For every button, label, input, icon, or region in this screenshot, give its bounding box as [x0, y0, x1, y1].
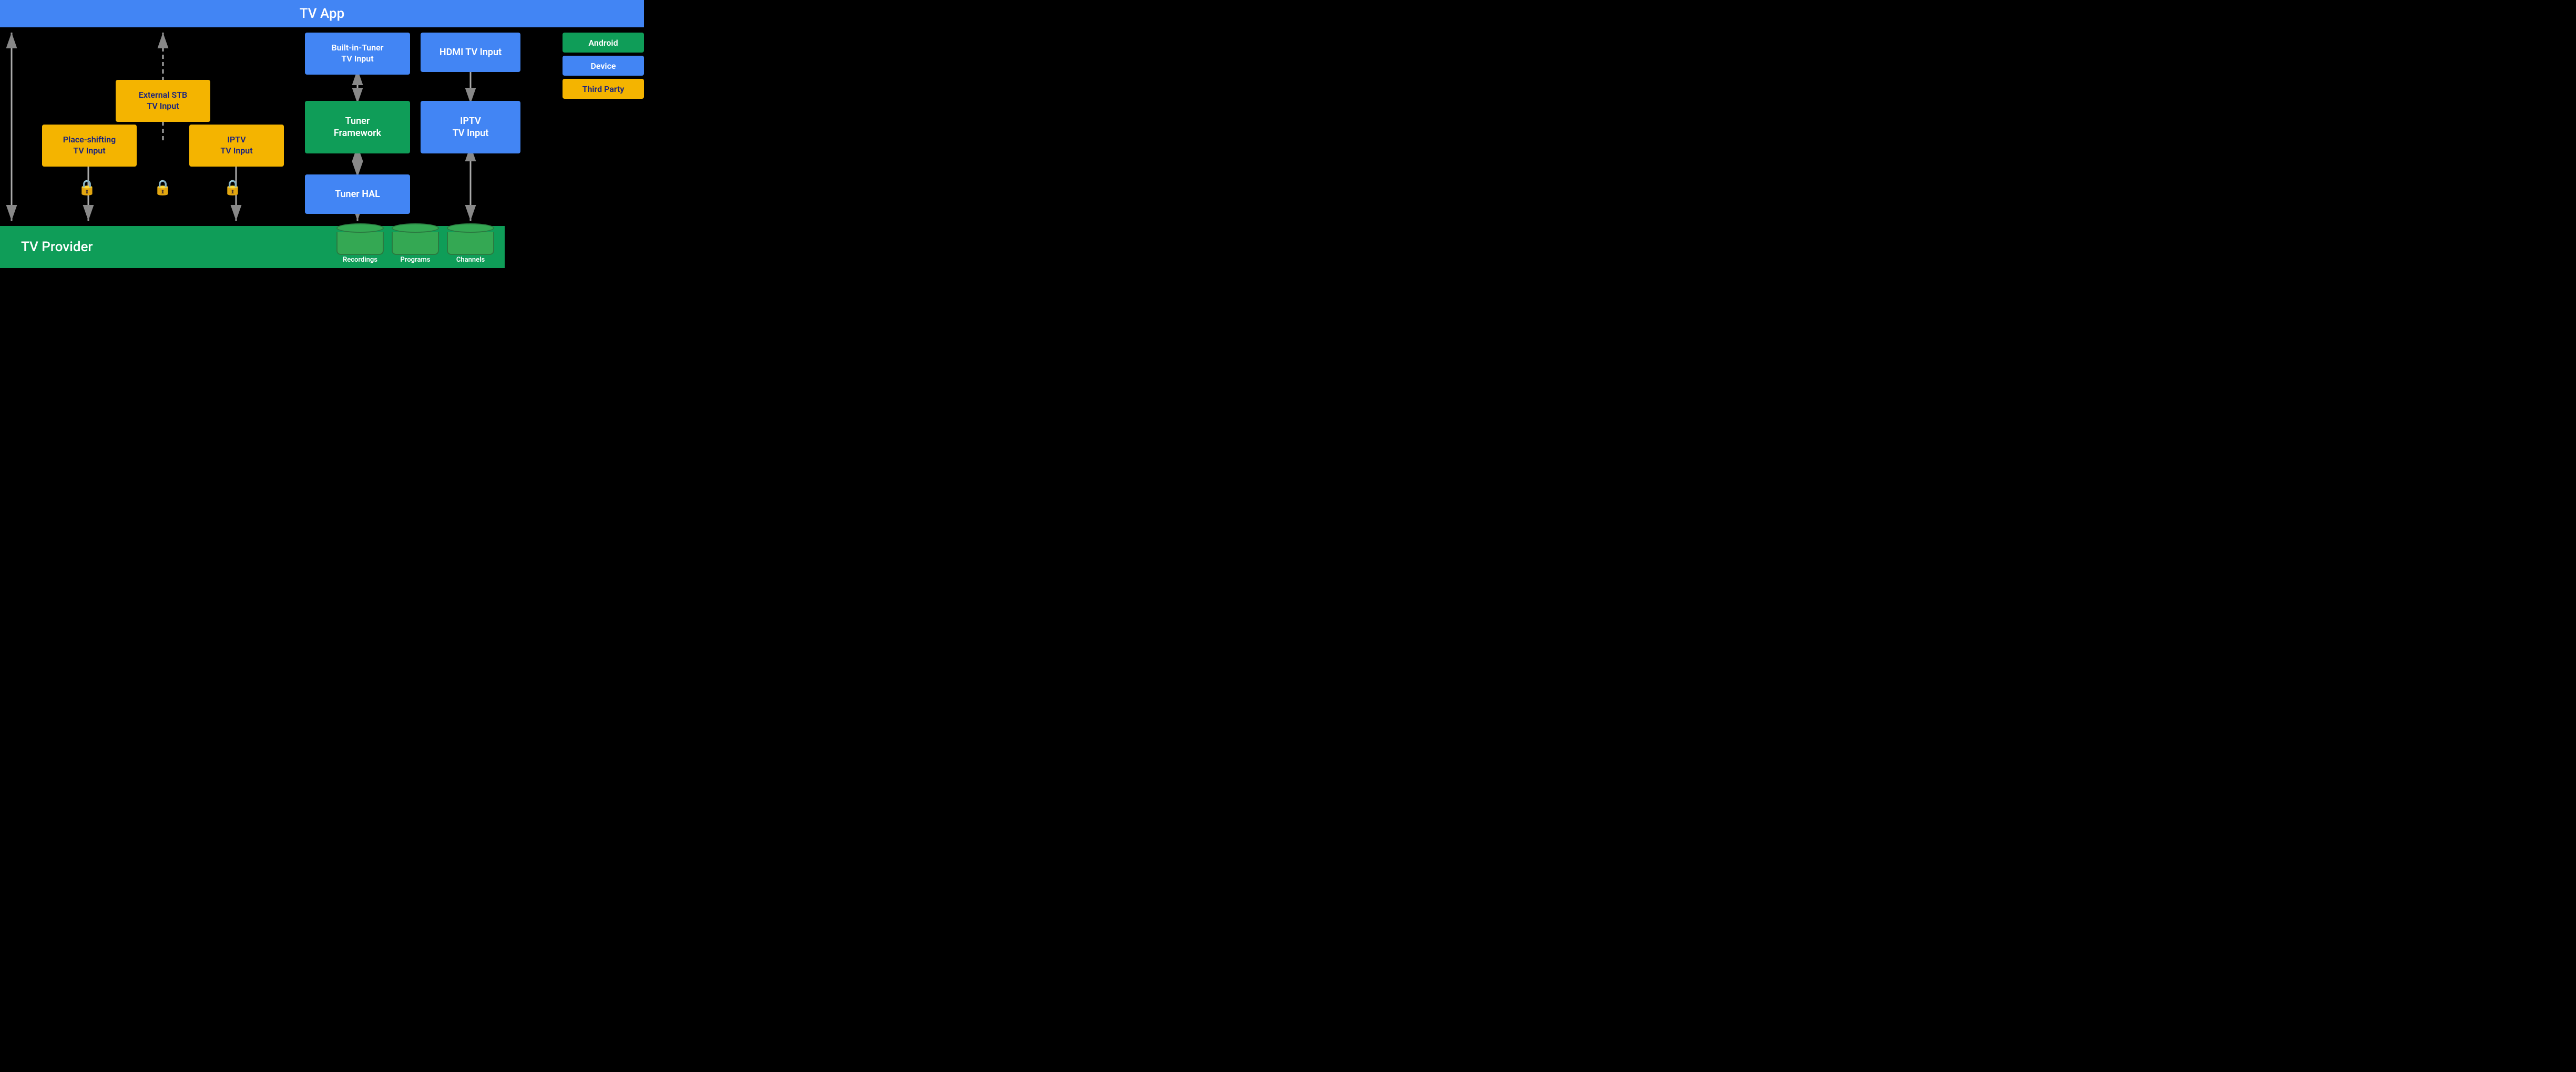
tv-app-header-overlay: TV App [0, 0, 644, 27]
legend-device: Device [563, 56, 644, 76]
place-shifting-box: Place-shiftingTV Input [42, 125, 137, 167]
external-stb-box: External STBTV Input [116, 80, 210, 122]
tv-provider-title: TV Provider [21, 239, 93, 255]
recordings-cylinder: Recordings [336, 223, 384, 264]
diagram-area: External STBTV Input Place-shiftingTV In… [0, 27, 644, 268]
legend-android: Android [563, 33, 644, 53]
built-in-tuner-box: Built-in-TunerTV Input [305, 33, 410, 75]
channels-cylinder: Channels [447, 223, 494, 264]
lock-icon-2: 🔒 [154, 179, 172, 196]
lock-icon-1: 🔒 [78, 179, 96, 196]
legend: Android Device Third Party [563, 33, 644, 102]
tv-app-title-overlay: TV App [300, 6, 345, 22]
tuner-framework-box: TunerFramework [305, 101, 410, 153]
programs-cylinder: Programs [392, 223, 439, 264]
tuner-hal-box: Tuner HAL [305, 174, 410, 214]
legend-third-party: Third Party [563, 79, 644, 99]
iptv-left-box: IPTVTV Input [189, 125, 284, 167]
lock-icon-3: 🔒 [223, 179, 242, 196]
hdmi-tv-input-box: HDMI TV Input [421, 33, 520, 72]
iptv-right-box: IPTVTV Input [421, 101, 520, 153]
